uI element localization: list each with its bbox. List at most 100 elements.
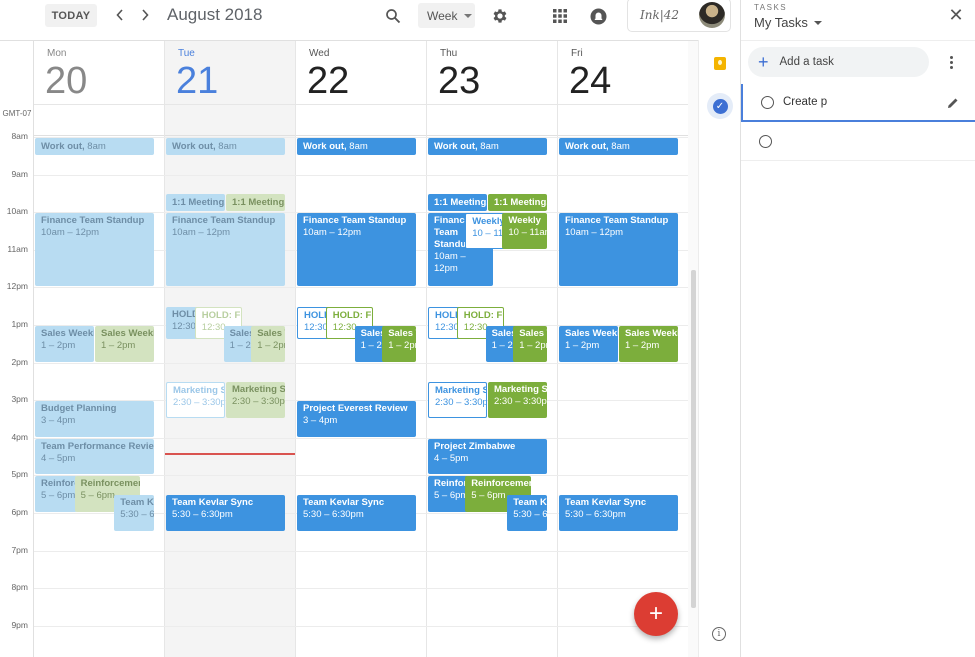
day-header[interactable]: Thu 23 [427,41,557,105]
task-item[interactable] [741,84,975,122]
event-time: 1 – 2pm [360,340,386,351]
day-number[interactable]: 24 [569,59,611,103]
day-number[interactable]: 20 [45,59,87,103]
calendar-event[interactable]: Reinforcement5 – 6pm [428,476,471,512]
calendar-event[interactable]: Project Zimbabwe 4 – 5pm [428,438,547,475]
calendar-event[interactable]: Marketing Strategy2:30 – 3:30pm [428,382,487,418]
calendar-event[interactable]: Finance Team Standup 10am – 12pm [559,213,678,287]
event-title: HOLD: Fuji [435,310,463,322]
calendar-event[interactable]: Sales Weekly1 – 2pm [513,326,547,362]
org-logo: Ink|42 [640,8,680,22]
day-header[interactable]: Wed 22 [296,41,426,105]
task-complete-checkbox[interactable] [761,95,774,109]
event-title: HOLD: Fuji [332,310,372,322]
info-icon[interactable]: i [712,627,726,641]
view-selector-label: Week [427,8,458,23]
today-button[interactable]: TODAY [45,4,97,27]
search-button[interactable] [381,4,405,28]
day-number[interactable]: 23 [438,59,480,103]
calendar-event[interactable]: Team Kevlar Sync5:30 – 6:30pm [166,495,285,531]
calendar-event[interactable]: Team Kevlar Sync5:30 – 6:30pm [114,495,154,531]
settings-button[interactable] [488,4,512,28]
keep-icon[interactable] [714,57,726,70]
event-time: 8am [346,141,368,152]
calendar-event[interactable]: 1:1 Meeting, [428,194,487,212]
all-day-row[interactable] [296,105,426,136]
event-time: 5 – 6pm [41,490,76,502]
event-title: Budget Planning [41,403,117,415]
event-time: 3 – 4pm [303,415,338,427]
calendar-event[interactable]: Budget Planning 3 – 4pm [35,401,154,437]
more-options-button[interactable] [945,52,957,72]
event-title: Sales Weekly [565,328,618,339]
apps-button[interactable] [548,4,572,28]
event-time: 1 – 2pm [388,340,416,351]
calendar-event[interactable]: Team Kevlar Sync5:30 – 6:30pm [507,495,547,531]
account-switcher[interactable]: Ink|42 [627,0,731,32]
event-time: 5:30 – 6:30pm [565,509,626,521]
calendar-event[interactable]: Sales Weekly1 – 2pm [95,326,154,362]
day-of-week: Tue [178,48,195,59]
calendar-event[interactable]: Team Kevlar Sync5:30 – 6:30pm [559,495,678,531]
tasks-rail-button[interactable]: ✓ [707,93,733,119]
calendar-event[interactable]: Finance Team Standup 10am – 12pm [166,213,285,287]
event-time: 1 – 2pm [519,340,547,351]
calendar-event[interactable]: Reinforcement5 – 6pm [35,476,78,512]
calendar-event[interactable]: 1:1 Meeting, [488,194,547,212]
all-day-row[interactable] [427,105,557,136]
calendar-event[interactable]: Work out, 8am [297,138,416,155]
task-title-input[interactable] [781,131,931,152]
avatar[interactable] [699,2,725,28]
day-header[interactable]: Mon 20 [34,41,164,105]
calendar-event[interactable]: Work out, 8am [428,138,547,155]
close-tasks-button[interactable]: ✕ [947,5,965,26]
calendar-event[interactable]: 1:1 Meeting, [166,194,225,212]
day-number[interactable]: 21 [176,59,218,103]
previous-week-button[interactable] [111,4,129,26]
calendar-event[interactable]: Sales Weekly1 – 2pm [35,326,94,362]
event-time: 10 – 11am [472,228,506,240]
hour-label: 9pm [11,619,28,630]
calendar-event[interactable]: Project Everest Review 3 – 4pm [297,401,416,437]
calendar-event[interactable]: 1:1 Meeting, [226,194,285,212]
all-day-row[interactable] [34,105,164,136]
next-week-button[interactable] [136,4,154,26]
task-item[interactable] [741,123,975,161]
calendar-event[interactable]: Work out, 8am [559,138,678,155]
event-title: Work out, [565,141,609,152]
event-time: 12:30 [304,322,328,334]
calendar-event[interactable]: Team Performance Review 4 – 5pm [35,438,154,475]
calendar-event[interactable]: Marketing Strategy2:30 – 3:30pm [488,382,547,418]
calendar-event[interactable]: Weekly10 – 11am [465,213,508,249]
add-task-button[interactable]: + Add a task [748,47,929,77]
calendar-event[interactable]: Marketing Strategy2:30 – 3:30pm [166,382,225,418]
task-complete-checkbox[interactable] [759,135,772,148]
event-time: 8am [608,141,630,152]
calendar-event[interactable]: Finance Team Standup 10am – 12pm [297,213,416,287]
calendar-event[interactable]: Sales Weekly1 – 2pm [382,326,416,362]
calendar-event[interactable]: Finance Team Standup 10am – 12pm [35,213,154,287]
task-title-input[interactable] [783,92,933,112]
day-header[interactable]: Tue 21 [165,41,295,105]
day-header[interactable]: Fri 24 [558,41,688,105]
calendar-event[interactable]: Sales Weekly1 – 2pm [559,326,618,362]
event-title: Project Zimbabwe [434,440,516,452]
event-title: Reinforcement [434,478,470,490]
edit-pencil-icon[interactable] [946,96,960,110]
calendar-event[interactable]: Work out, 8am [35,138,154,155]
calendar-event[interactable]: Weekly10 – 11am [502,213,547,249]
event-title: HOLD: Fuji [201,310,241,322]
calendar-event[interactable]: Team Kevlar Sync5:30 – 6:30pm [297,495,416,531]
scrollbar-thumb[interactable] [691,270,696,608]
task-list-selector[interactable]: My Tasks [754,15,822,30]
calendar-event[interactable]: Sales Weekly1 – 2pm [619,326,678,362]
all-day-row[interactable] [165,105,295,136]
calendar-event[interactable]: Marketing Strategy2:30 – 3:30pm [226,382,285,418]
all-day-row[interactable] [558,105,688,136]
day-number[interactable]: 22 [307,59,349,103]
notifications-button[interactable] [586,4,610,28]
view-selector[interactable]: Week [418,3,475,28]
create-event-button[interactable]: + [634,592,678,636]
calendar-event[interactable]: Sales Weekly1 – 2pm [251,326,285,362]
calendar-event[interactable]: Work out, 8am [166,138,285,155]
